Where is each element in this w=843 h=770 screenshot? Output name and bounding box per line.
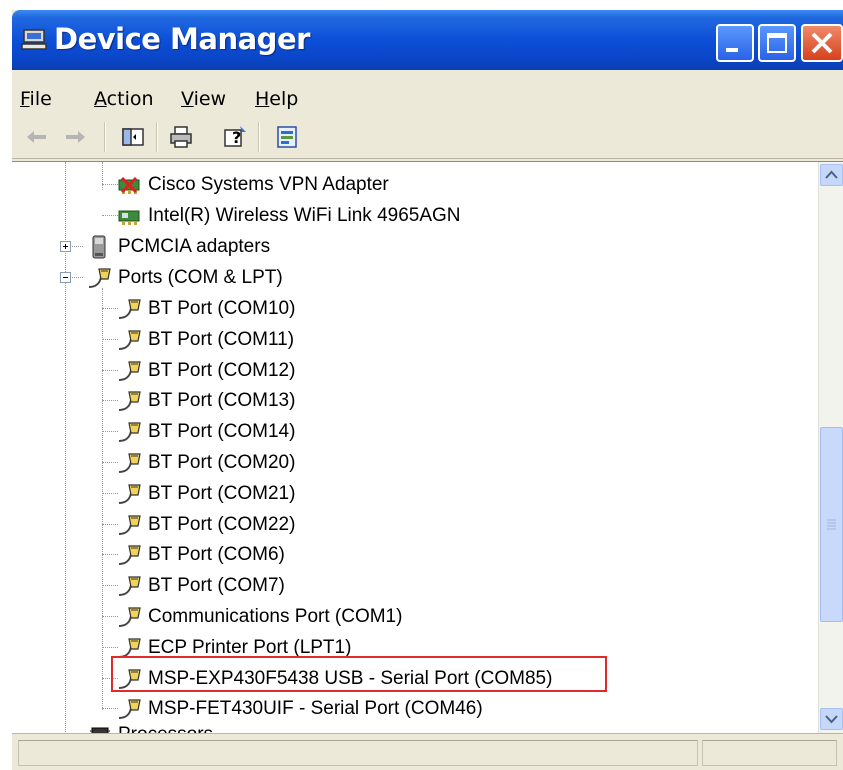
scroll-up-button[interactable]	[820, 164, 843, 186]
back-arrow-icon[interactable]	[24, 124, 50, 150]
tree-item-label: BT Port (COM11)	[148, 329, 295, 350]
menu-file[interactable]: File	[20, 88, 52, 110]
toolbar-separator	[156, 122, 158, 152]
status-pane-secondary	[702, 740, 837, 766]
port-icon	[118, 422, 141, 442]
tree-item-label: BT Port (COM20)	[148, 452, 296, 473]
show-hide-console-tree-icon[interactable]	[120, 124, 146, 150]
tree-item-label: Cisco Systems VPN Adapter	[148, 174, 389, 195]
tree-item-label: BT Port (COM22)	[148, 514, 296, 535]
close-button[interactable]	[801, 24, 843, 62]
tree-item-port[interactable]: BT Port (COM7)	[116, 571, 285, 601]
minimize-icon	[726, 48, 738, 52]
tree-item-port[interactable]: BT Port (COM13)	[116, 386, 295, 416]
minimize-button[interactable]	[716, 24, 754, 62]
tree-category-pcmcia[interactable]: PCMCIA adapters	[86, 232, 270, 262]
highlight-box	[111, 656, 607, 692]
menu-view[interactable]: View	[181, 88, 226, 110]
tree-item-label: BT Port (COM14)	[148, 421, 296, 442]
network-adapter-disabled-icon	[118, 176, 140, 194]
tree-item-port[interactable]: BT Port (COM11)	[116, 325, 294, 355]
tree-item-label: MSP-FET430UIF - Serial Port (COM46)	[148, 698, 483, 719]
svg-text:?: ?	[232, 128, 241, 147]
port-icon	[118, 545, 141, 565]
help-icon[interactable]: ?	[222, 124, 248, 150]
scroll-thumb[interactable]	[820, 427, 843, 622]
port-icon	[118, 484, 141, 504]
port-icon	[118, 576, 141, 596]
tree-item-label: Communications Port (COM1)	[148, 606, 403, 627]
toolbar-separator	[258, 122, 260, 152]
tree-category-ports[interactable]: Ports (COM & LPT)	[86, 263, 283, 293]
device-manager-window: Device Manager File Action View Help ? C…	[12, 10, 843, 770]
close-icon	[811, 32, 833, 54]
tree-item-label: Intel(R) Wireless WiFi Link 4965AGN	[148, 205, 461, 226]
window-title: Device Manager	[54, 22, 310, 56]
tree-item-label: BT Port (COM7)	[148, 575, 285, 596]
tree-item-label: BT Port (COM10)	[148, 298, 296, 319]
tree-item-port[interactable]: BT Port (COM12)	[116, 356, 295, 386]
menu-help[interactable]: Help	[255, 88, 298, 110]
status-pane-main	[18, 740, 698, 766]
network-adapter-icon	[118, 210, 140, 225]
expand-pcmcia-button[interactable]	[60, 241, 71, 252]
toolbar-separator	[104, 122, 106, 152]
tree-item-label: BT Port (COM13)	[148, 390, 296, 411]
port-icon	[88, 268, 111, 288]
port-icon	[118, 361, 141, 381]
port-icon	[118, 607, 141, 627]
tree-item-label: BT Port (COM21)	[148, 483, 296, 504]
grip-icon	[827, 519, 836, 530]
tree-item-port[interactable]: BT Port (COM6)	[116, 540, 285, 570]
tree-item-label: BT Port (COM6)	[148, 544, 285, 565]
vertical-scrollbar[interactable]	[818, 162, 843, 734]
tree-line	[102, 162, 103, 190]
tree-item-label: PCMCIA adapters	[118, 236, 271, 257]
tree-item-port[interactable]: Communications Port (COM1)	[116, 602, 402, 632]
chevron-down-icon	[825, 715, 838, 724]
title-bar[interactable]: Device Manager	[12, 10, 843, 70]
maximize-icon	[767, 33, 787, 53]
tree-item-port[interactable]: BT Port (COM14)	[116, 417, 295, 447]
collapse-ports-button[interactable]	[60, 272, 71, 283]
device-tree-pane: Cisco Systems VPN Adapter Intel(R) Wirel…	[12, 161, 843, 734]
port-icon	[118, 699, 141, 719]
pcmcia-icon	[92, 235, 106, 259]
toolbar: ?	[12, 116, 843, 159]
status-bar	[12, 733, 843, 770]
tree-item-intel-wifi[interactable]: Intel(R) Wireless WiFi Link 4965AGN	[116, 201, 461, 231]
tree-item-cisco-vpn[interactable]: Cisco Systems VPN Adapter	[116, 170, 389, 200]
forward-arrow-icon[interactable]	[62, 124, 88, 150]
menu-bar: File Action View Help	[12, 70, 843, 117]
tree-item-port[interactable]: BT Port (COM22)	[116, 510, 295, 540]
scroll-down-button[interactable]	[820, 708, 843, 730]
tree-item-port[interactable]: BT Port (COM20)	[116, 448, 295, 478]
device-manager-icon	[21, 29, 47, 50]
port-icon	[118, 515, 141, 535]
tree-item-label: BT Port (COM12)	[148, 360, 296, 381]
device-tree: Cisco Systems VPN Adapter Intel(R) Wirel…	[12, 162, 817, 734]
port-icon	[118, 453, 141, 473]
print-icon[interactable]	[168, 124, 194, 150]
tree-item-label: Ports (COM & LPT)	[118, 267, 283, 288]
chevron-up-icon	[825, 170, 838, 179]
port-icon	[118, 330, 141, 350]
menu-action[interactable]: Action	[94, 88, 154, 110]
properties-icon[interactable]	[274, 124, 300, 150]
tree-category-processors[interactable]: Processors	[86, 720, 213, 734]
tree-item-port[interactable]: BT Port (COM21)	[116, 479, 295, 509]
tree-item-port[interactable]: BT Port (COM10)	[116, 294, 295, 324]
port-icon	[118, 299, 141, 319]
port-icon	[118, 391, 141, 411]
maximize-button[interactable]	[758, 24, 796, 62]
